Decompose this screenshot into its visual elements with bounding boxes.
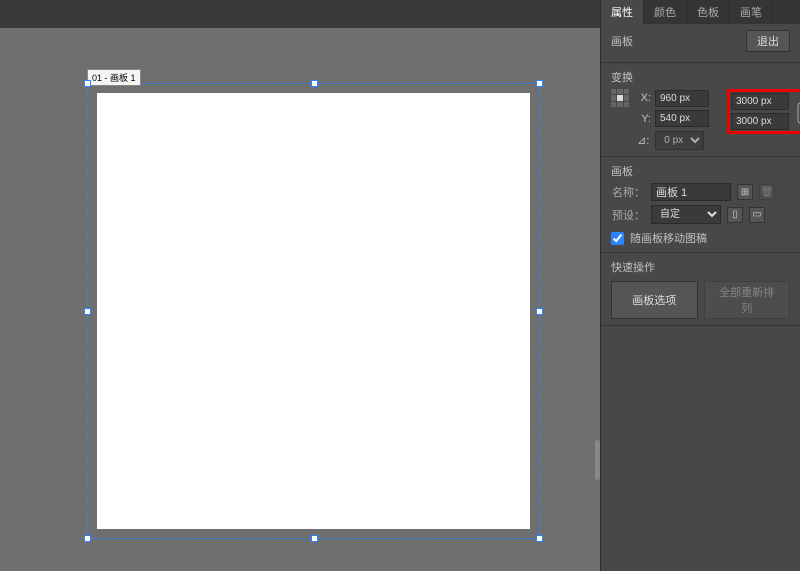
y-label: Y: xyxy=(637,113,651,125)
section-title: 画板 xyxy=(611,33,633,49)
move-artwork-checkbox[interactable] xyxy=(611,232,624,245)
section-title: 画板 xyxy=(611,163,790,179)
section-title: 快速操作 xyxy=(611,259,790,275)
handle-bot-left[interactable] xyxy=(84,535,91,542)
selection-marquee xyxy=(87,83,540,539)
panel-tabs: 属性 颜色 色板 画笔 xyxy=(601,0,800,24)
artboard-options-button[interactable]: 画板选项 xyxy=(611,281,698,319)
section-artboard-header: 画板 退出 xyxy=(601,24,800,63)
new-artboard-icon[interactable]: ⊞ xyxy=(737,184,753,200)
artboard-selection[interactable]: 01 - 画板 1 xyxy=(87,83,540,539)
artboard-name-input[interactable] xyxy=(651,183,731,201)
canvas-area[interactable]: 01 - 画板 1 xyxy=(0,28,600,571)
artboard-label[interactable]: 01 - 画板 1 xyxy=(87,69,141,86)
handle-bot-right[interactable] xyxy=(536,535,543,542)
section-title: 变换 xyxy=(611,69,790,85)
landscape-icon[interactable]: ▭ xyxy=(749,207,765,223)
name-label: 名称： xyxy=(611,184,645,200)
delete-artboard-icon: 🗑 xyxy=(759,184,775,200)
portrait-icon[interactable]: ▯ xyxy=(727,207,743,223)
handle-top-left[interactable] xyxy=(84,80,91,87)
y-input[interactable] xyxy=(655,110,709,127)
angle-label: ⊿: xyxy=(637,134,649,147)
rearrange-all-button: 全部重新排列 xyxy=(704,281,791,319)
exit-button[interactable]: 退出 xyxy=(746,30,790,52)
handle-bot-mid[interactable] xyxy=(311,535,318,542)
handle-top-right[interactable] xyxy=(536,80,543,87)
handle-top-mid[interactable] xyxy=(311,80,318,87)
section-quick-actions: 快速操作 画板选项 全部重新排列 xyxy=(601,253,800,326)
tab-color[interactable]: 颜色 xyxy=(644,0,687,24)
properties-panel: 属性 颜色 色板 画笔 画板 退出 变换 X: Y: xyxy=(600,0,800,571)
highlight-annotation xyxy=(727,89,800,134)
section-transform: 变换 X: Y: xyxy=(601,63,800,157)
x-label: X: xyxy=(637,92,651,104)
move-artwork-label: 随画板移动图稿 xyxy=(630,230,707,246)
x-input[interactable] xyxy=(655,90,709,107)
preset-select[interactable]: 自定 xyxy=(651,205,721,224)
height-input[interactable] xyxy=(731,113,789,130)
section-artboard-props: 画板 名称： ⊞ 🗑 预设： 自定 ▯ ▭ 随画板移动图稿 xyxy=(601,157,800,253)
width-input[interactable] xyxy=(731,93,789,110)
handle-mid-left[interactable] xyxy=(84,308,91,315)
preset-label: 预设： xyxy=(611,207,645,223)
tab-brushes[interactable]: 画笔 xyxy=(730,0,773,24)
handle-mid-right[interactable] xyxy=(536,308,543,315)
angle-select[interactable]: 0 px xyxy=(655,131,704,150)
tab-properties[interactable]: 属性 xyxy=(601,0,644,24)
reference-point-icon[interactable] xyxy=(611,89,629,107)
tab-swatches[interactable]: 色板 xyxy=(687,0,730,24)
